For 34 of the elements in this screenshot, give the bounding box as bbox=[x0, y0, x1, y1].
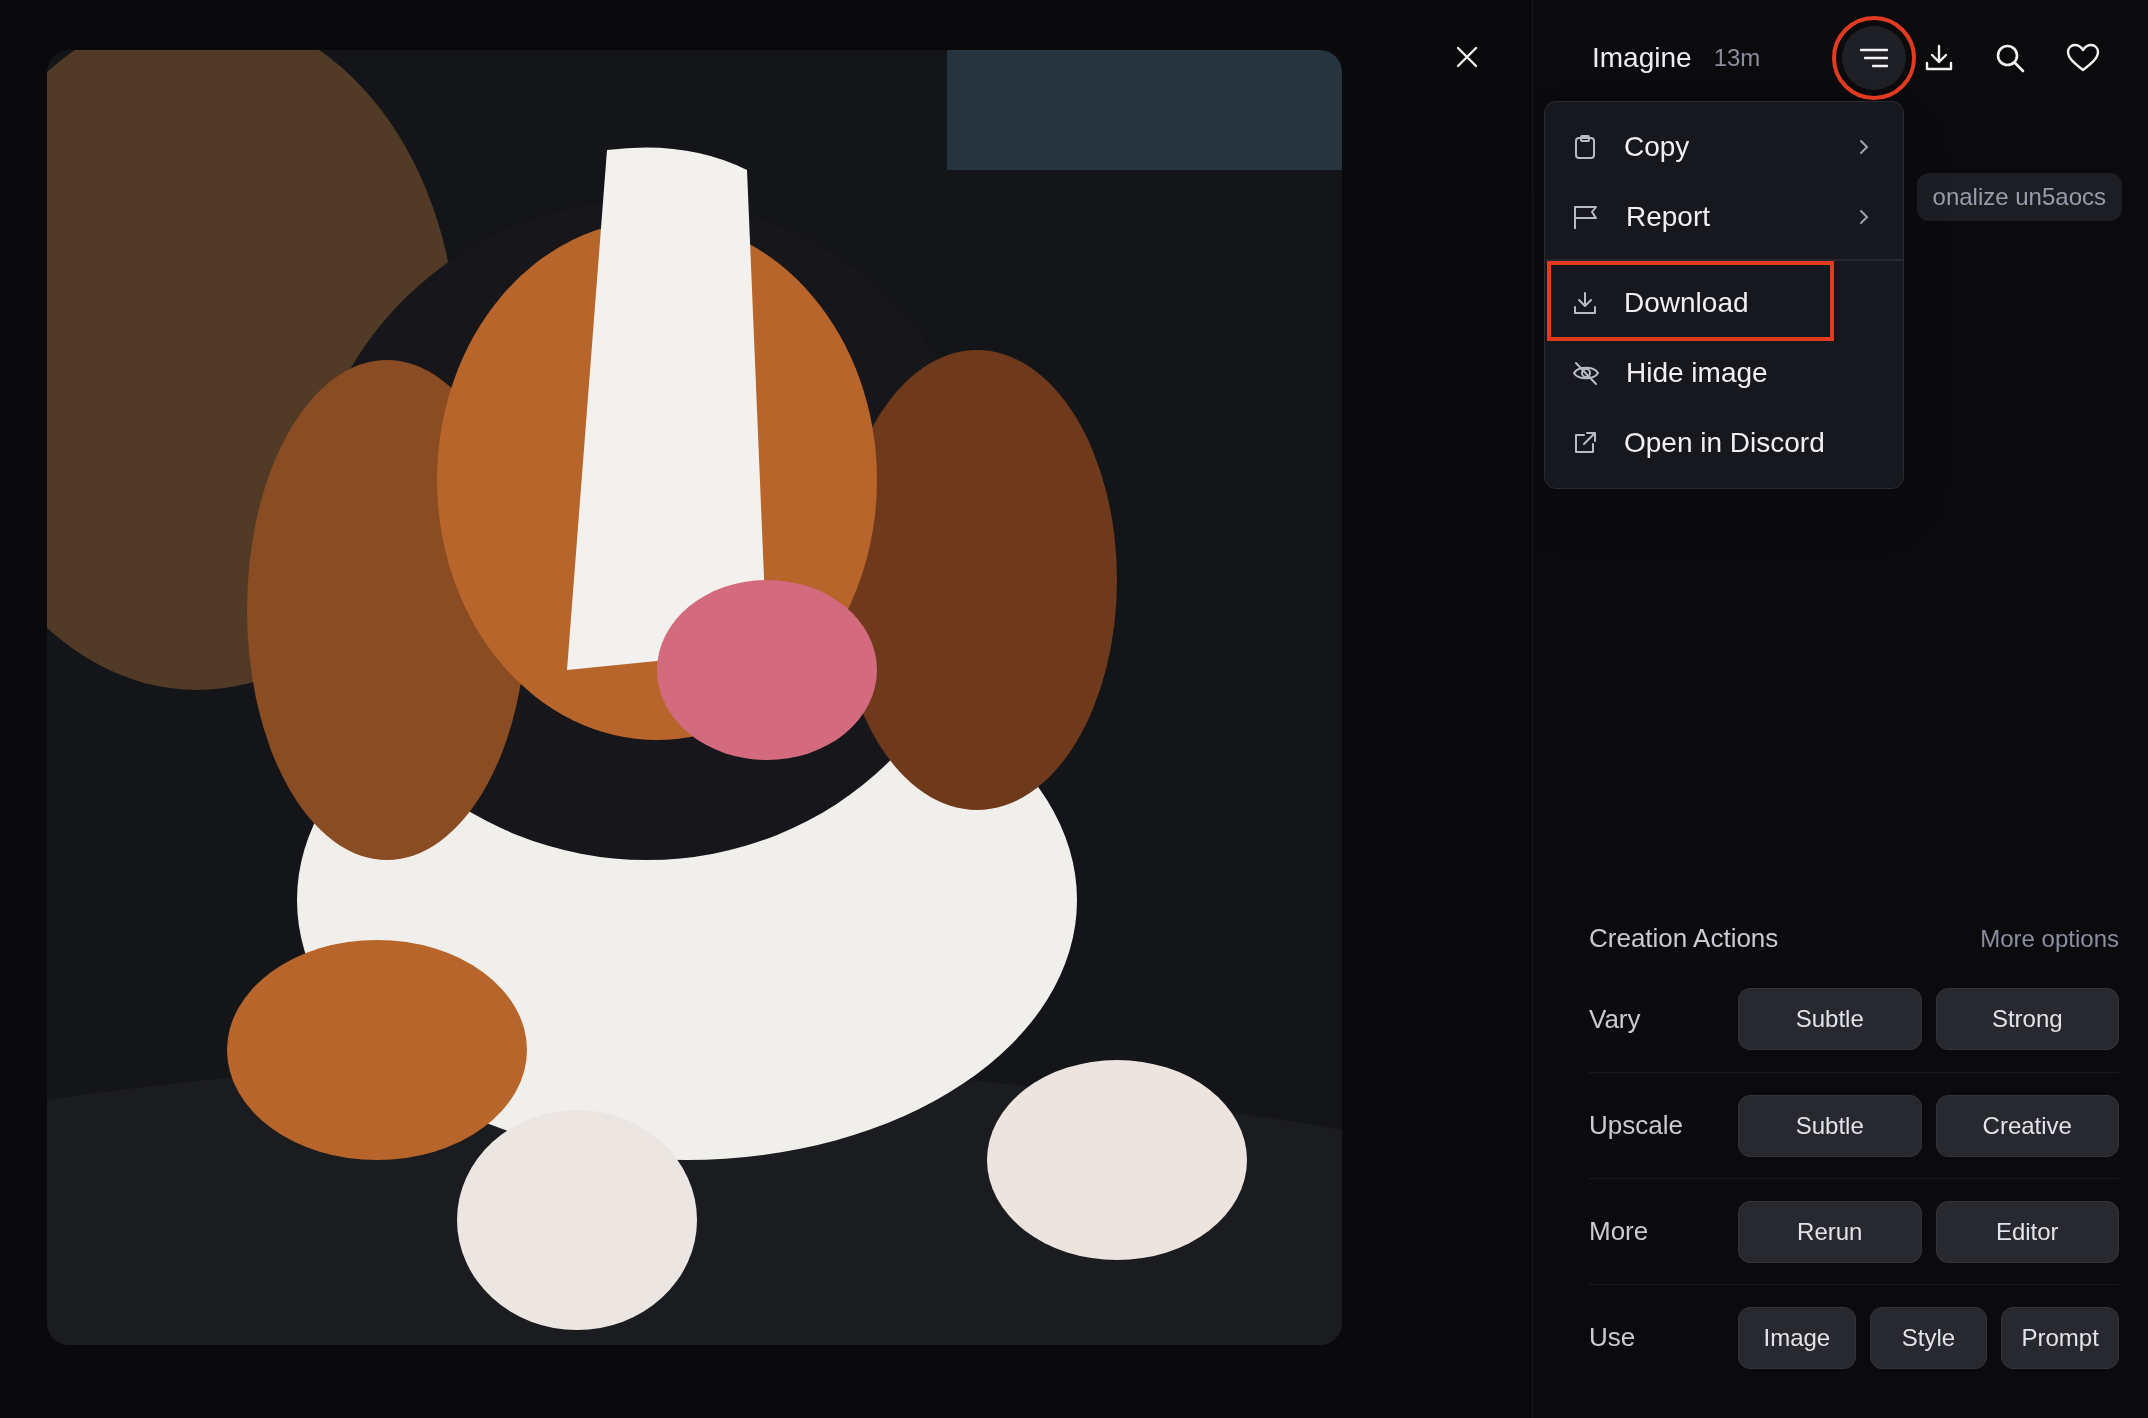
menu-icon bbox=[1859, 47, 1890, 69]
search-icon[interactable] bbox=[1995, 43, 2026, 73]
clipboard-icon bbox=[1572, 134, 1598, 160]
row-label: Use bbox=[1589, 1321, 1637, 1354]
timestamp: 13m bbox=[1713, 43, 1761, 73]
action-button[interactable]: Prompt bbox=[2001, 1306, 2119, 1369]
action-button[interactable]: Rerun bbox=[1738, 1200, 1922, 1263]
action-button[interactable]: Creative bbox=[1935, 1094, 2119, 1157]
menu-item[interactable]: Report bbox=[1545, 182, 1903, 252]
action-button[interactable]: Subtle bbox=[1738, 1094, 1922, 1157]
eye-slash-icon bbox=[1572, 360, 1600, 386]
heart-icon[interactable] bbox=[2066, 43, 2101, 73]
tag-chip: onalize un5aocs bbox=[1916, 173, 2122, 221]
download-icon bbox=[1572, 290, 1598, 316]
menu-item[interactable]: Open in Discord bbox=[1545, 408, 1903, 478]
action-button[interactable]: Subtle bbox=[1738, 988, 1922, 1050]
action-button[interactable]: Strong bbox=[1935, 988, 2119, 1050]
action-button[interactable]: Image bbox=[1738, 1306, 1856, 1369]
section-title: Creation Actions bbox=[1589, 922, 1779, 955]
action-button[interactable]: Editor bbox=[1935, 1200, 2119, 1263]
row-label: Upscale bbox=[1589, 1109, 1684, 1142]
row-label: Vary bbox=[1589, 1002, 1642, 1036]
more-options-link[interactable]: More options bbox=[1980, 920, 2119, 957]
menu-item[interactable]: Hide image bbox=[1545, 338, 1903, 408]
download-icon[interactable] bbox=[1924, 43, 1955, 73]
menu-item[interactable]: Download bbox=[1545, 268, 1903, 338]
close-icon[interactable] bbox=[1455, 45, 1479, 69]
page-title: Imagine bbox=[1592, 41, 1692, 75]
flag-icon bbox=[1572, 204, 1600, 230]
menu-button[interactable] bbox=[1842, 26, 1907, 90]
external-link-icon bbox=[1572, 430, 1598, 456]
action-button[interactable]: Style bbox=[1869, 1306, 1988, 1369]
row-label: More bbox=[1589, 1215, 1650, 1248]
menu-item[interactable]: Copy bbox=[1545, 112, 1903, 182]
